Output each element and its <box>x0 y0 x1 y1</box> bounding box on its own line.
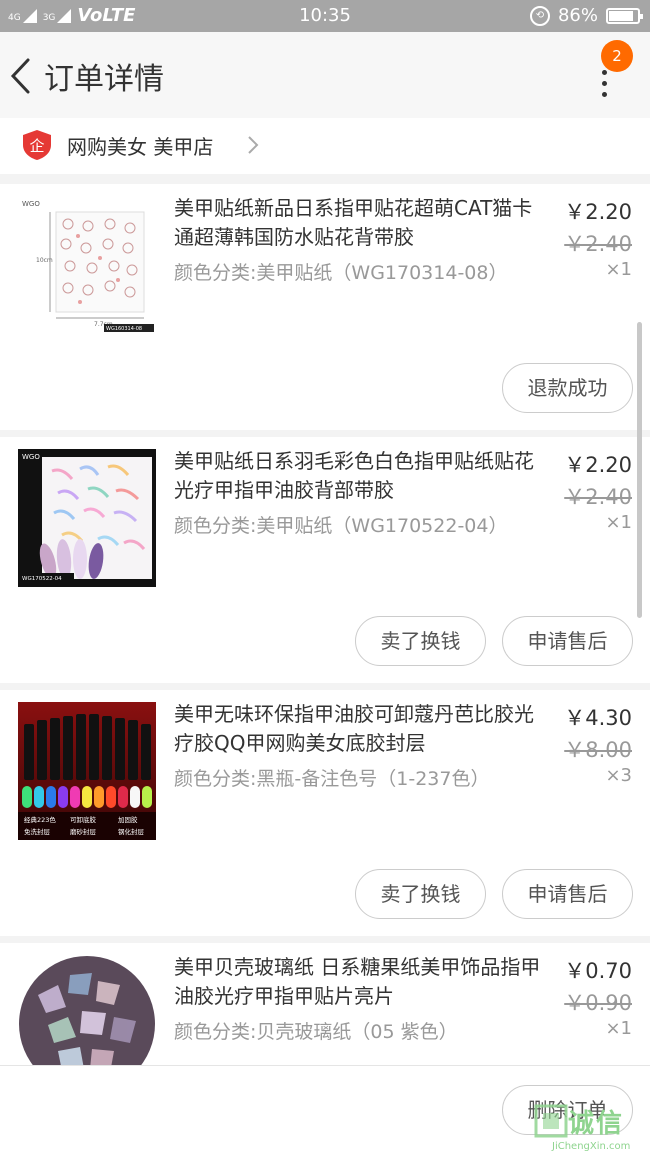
product-thumbnail[interactable] <box>18 955 156 1065</box>
product-quantity: ×1 <box>605 1018 632 1039</box>
svg-text:磨砂封层: 磨砂封层 <box>70 827 97 836</box>
product-thumbnail[interactable]: 经典223色 可卸底胶 加固胶 免洗封层 磨砂封层 钢化封层 <box>18 702 156 840</box>
product-title[interactable]: 美甲贴纸日系羽毛彩色白色指甲贴纸贴花 光疗甲指甲油胶背部带胶 <box>174 447 546 505</box>
product-quantity: ×1 <box>605 259 632 280</box>
product-thumbnail[interactable]: 10cm 7.7cm WGO WG160314-08 <box>18 196 156 334</box>
back-arrow-icon[interactable] <box>8 56 32 96</box>
order-item[interactable]: 10cm 7.7cm WGO WG160314-08 美甲贴纸新品日系指甲贴花超… <box>0 184 650 430</box>
product-original-price: ￥0.90 <box>564 991 632 1015</box>
product-thumbnail[interactable]: WGO WG170522-04 <box>18 449 156 587</box>
watermark-text: 诚信 <box>568 1109 625 1139</box>
product-sku: 颜色分类:贝壳玻璃纸（05 紫色） <box>174 1021 458 1043</box>
product-price: ￥2.20 <box>564 200 632 224</box>
shop-row[interactable]: 企 网购美女 美甲店 <box>0 118 650 174</box>
shop-name[interactable]: 网购美女 美甲店 <box>67 131 213 160</box>
resell-button[interactable]: 卖了换钱 <box>355 869 486 919</box>
order-item[interactable]: WGO WG170522-04 美甲贴纸日系羽毛彩色白色指甲贴纸贴花 光疗甲指甲… <box>0 437 650 683</box>
svg-text:WG170522-04: WG170522-04 <box>22 576 62 582</box>
rotation-lock-icon: ⟲ <box>529 5 550 26</box>
more-menu-icon[interactable] <box>602 70 610 98</box>
status-bar: 4G 3G VoLTE 10:35 ⟲ 86% <box>0 0 650 32</box>
after-sales-button[interactable]: 申请售后 <box>502 869 633 919</box>
product-title[interactable]: 美甲贝壳玻璃纸 日系糖果纸美甲饰品指甲油胶光疗甲指甲贴片亮片 <box>174 953 546 1011</box>
resell-button[interactable]: 卖了换钱 <box>355 616 486 666</box>
svg-text:企: 企 <box>29 137 44 155</box>
product-original-price: ￥8.00 <box>564 738 632 762</box>
svg-text:WG160314-08: WG160314-08 <box>106 326 142 332</box>
product-original-price: ￥2.40 <box>564 485 632 509</box>
shop-badge-icon: 企 <box>23 130 51 160</box>
svg-text:10cm: 10cm <box>36 257 53 264</box>
product-title[interactable]: 美甲贴纸新品日系指甲贴花超萌CAT猫卡通超薄韩国防水贴花背带胶 <box>174 194 546 252</box>
app-header: 订单详情 2 <box>0 32 650 118</box>
product-title[interactable]: 美甲无味环保指甲油胶可卸蔻丹芭比胶光疗胶QQ甲网购美女底胶封层 <box>174 700 546 758</box>
after-sales-button[interactable]: 申请售后 <box>502 616 633 666</box>
status-right: ⟲ 86% <box>529 5 643 26</box>
product-price: ￥0.70 <box>564 959 632 983</box>
product-price: ￥4.30 <box>564 706 632 730</box>
svg-text:加固胶: 加固胶 <box>118 815 138 824</box>
svg-text:WGO: WGO <box>22 453 40 461</box>
watermark-url: JiChengXin.com <box>552 1141 631 1152</box>
notification-badge[interactable]: 2 <box>601 40 633 72</box>
svg-text:WGO: WGO <box>22 200 40 208</box>
page-title: 订单详情 <box>44 62 164 97</box>
battery-icon <box>606 7 643 24</box>
battery-percent: 86% <box>557 5 598 26</box>
product-sku: 颜色分类:黑瓶-备注色号（1-237色） <box>174 768 490 790</box>
product-price: ￥2.20 <box>564 453 632 477</box>
svg-text:可卸底胶: 可卸底胶 <box>70 815 97 824</box>
product-sku: 颜色分类:美甲贴纸（WG170522-04） <box>174 515 508 537</box>
order-item[interactable]: 美甲贝壳玻璃纸 日系糖果纸美甲饰品指甲油胶光疗甲指甲贴片亮片 颜色分类:贝壳玻璃… <box>0 943 650 1065</box>
product-quantity: ×1 <box>605 512 632 533</box>
product-quantity: ×3 <box>605 765 632 786</box>
svg-text:免洗封层: 免洗封层 <box>24 827 51 836</box>
svg-text:经典223色: 经典223色 <box>24 815 56 824</box>
product-sku: 颜色分类:美甲贴纸（WG170314-08） <box>174 262 508 284</box>
chevron-right-icon[interactable] <box>246 134 260 156</box>
svg-text:钢化封层: 钢化封层 <box>118 827 145 836</box>
scrollbar[interactable] <box>637 322 642 618</box>
order-item[interactable]: 经典223色 可卸底胶 加固胶 免洗封层 磨砂封层 钢化封层 美甲无味环保指甲油… <box>0 690 650 936</box>
product-original-price: ￥2.40 <box>564 232 632 256</box>
refund-success-button[interactable]: 退款成功 <box>502 363 633 413</box>
